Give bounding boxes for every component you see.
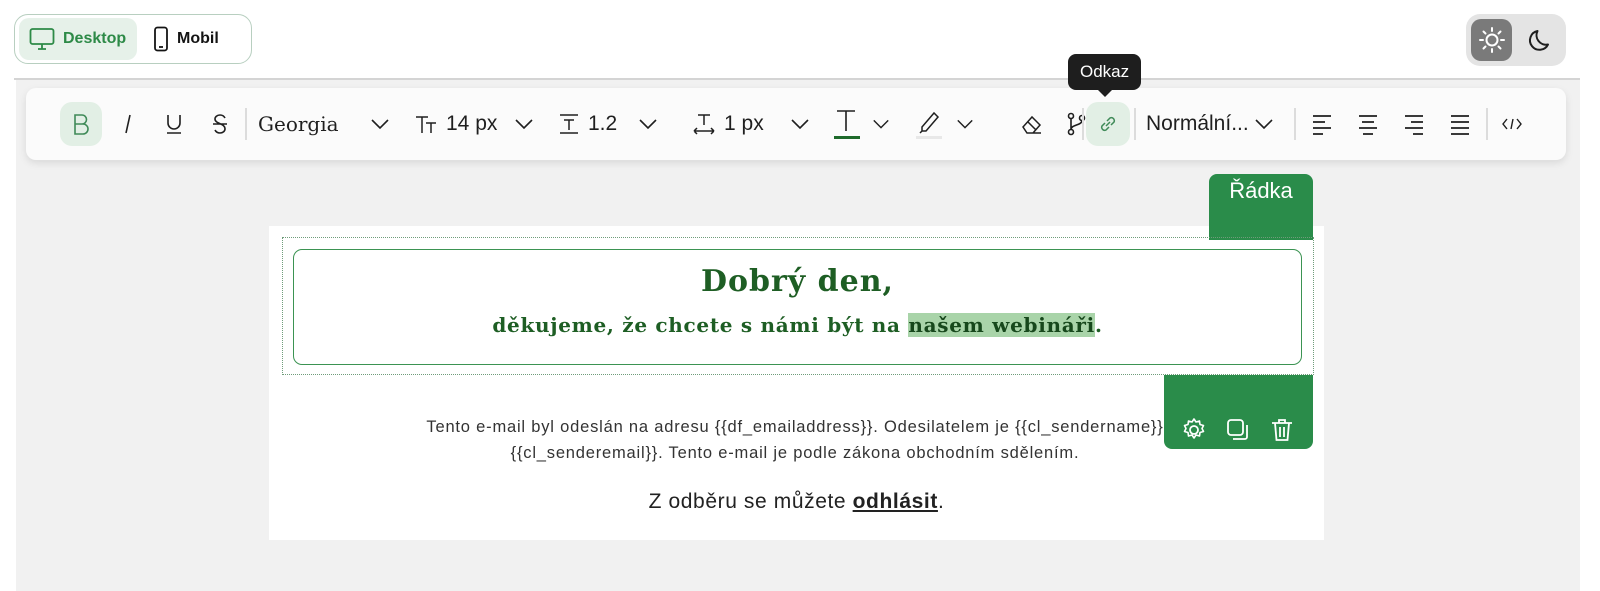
selected-text-block[interactable]: Dobrý den, děkujeme, že chcete s námi bý… (293, 249, 1302, 365)
unsubscribe-line: Z odběru se můžete odhlásit. (269, 490, 1324, 514)
bold-icon (74, 114, 89, 135)
desktop-label: Desktop (63, 30, 127, 47)
toolbar-separator (1486, 108, 1488, 140)
branch-icon (1067, 112, 1086, 136)
font-family-value: Georgia (258, 112, 339, 136)
paragraph-style-select[interactable]: Normální... (1144, 102, 1280, 146)
bold-button[interactable] (60, 102, 102, 146)
align-center-button[interactable] (1348, 102, 1388, 146)
align-left-icon (1313, 115, 1331, 135)
light-theme-button[interactable] (1471, 19, 1512, 61)
copy-icon (1227, 419, 1248, 440)
sun-icon (1478, 27, 1505, 53)
link-icon (1100, 116, 1116, 132)
toolbar-separator (1134, 108, 1136, 140)
mobile-label: Mobil (177, 30, 219, 47)
highlighted-text: našem webináři (908, 313, 1095, 337)
toolbar-separator (1082, 108, 1084, 140)
link-tooltip: Odkaz (1068, 54, 1142, 97)
highlight-color-button[interactable] (914, 102, 974, 146)
footer-line-2: {{cl_senderemail}}. Tento e-mail je podl… (510, 444, 1080, 462)
moon-icon (1528, 30, 1549, 51)
subheading-suffix: . (1094, 313, 1103, 337)
align-justify-button[interactable] (1440, 102, 1480, 146)
line-height-icon (560, 114, 578, 134)
italic-button[interactable] (108, 102, 148, 146)
text-color-button[interactable] (832, 102, 890, 146)
align-justify-icon (1451, 115, 1469, 135)
row-actions-panel (1164, 375, 1313, 449)
chevron-down-icon (791, 119, 809, 130)
chevron-down-icon (873, 119, 889, 129)
align-right-icon (1405, 115, 1423, 135)
footer-text-block: Tento e-mail byl odeslán na adresu {{df_… (300, 410, 1164, 470)
link-button[interactable] (1086, 102, 1130, 146)
paragraph-style-value: Normální... (1146, 112, 1249, 135)
code-icon (1502, 118, 1522, 130)
phone-icon (154, 26, 168, 52)
letter-spacing-select[interactable]: 1 px (688, 102, 814, 146)
chevron-down-icon (515, 119, 533, 130)
letter-spacing-value: 1 px (724, 112, 764, 135)
line-height-select[interactable]: 1.2 (554, 102, 662, 146)
gear-icon (1183, 418, 1205, 439)
duplicate-row-button[interactable] (1223, 415, 1253, 445)
trash-icon (1272, 419, 1292, 441)
toolbar-separator (245, 108, 247, 140)
delete-row-button[interactable] (1267, 415, 1297, 445)
chevron-down-icon (1255, 119, 1273, 130)
monitor-icon (29, 28, 55, 50)
align-center-icon (1359, 115, 1377, 135)
unsubscribe-suffix: . (937, 490, 945, 513)
theme-switcher (1466, 14, 1566, 66)
strikethrough-icon (213, 114, 227, 134)
highlighter-icon (916, 111, 942, 139)
text-color-icon (834, 110, 860, 139)
unsubscribe-link[interactable]: odhlásit (853, 490, 938, 513)
clear-format-button[interactable] (1012, 102, 1052, 146)
underline-icon (167, 115, 181, 134)
source-code-button[interactable] (1492, 102, 1532, 146)
align-left-button[interactable] (1302, 102, 1342, 146)
font-family-select[interactable]: Georgia (252, 102, 394, 146)
mobile-view-button[interactable]: Mobil (143, 18, 229, 60)
chevron-down-icon (639, 119, 657, 130)
letter-spacing-icon (693, 114, 715, 135)
eraser-icon (1022, 115, 1042, 134)
text-size-icon (416, 116, 436, 133)
desktop-view-button[interactable]: Desktop (19, 18, 137, 60)
italic-icon (125, 114, 131, 134)
font-size-value: 14 px (446, 112, 498, 135)
align-right-button[interactable] (1394, 102, 1434, 146)
chevron-down-icon (371, 119, 389, 130)
email-subheading: děkujeme, že chcete s námi být na našem … (294, 313, 1301, 337)
footer-line-1: Tento e-mail byl odeslán na adresu {{df_… (426, 418, 1164, 436)
underline-button[interactable] (154, 102, 194, 146)
chevron-down-icon (957, 119, 973, 129)
subheading-text: děkujeme, že chcete s námi být na (492, 313, 909, 337)
view-switcher: Desktop Mobil (14, 14, 252, 64)
line-height-value: 1.2 (588, 112, 618, 135)
dark-theme-button[interactable] (1520, 19, 1561, 61)
toolbar-separator (1294, 108, 1296, 140)
email-heading: Dobrý den, (700, 264, 894, 299)
unsubscribe-text: Z odběru se můžete (648, 490, 853, 513)
row-settings-button[interactable] (1179, 415, 1209, 445)
strikethrough-button[interactable] (200, 102, 240, 146)
font-size-select[interactable]: 14 px (410, 102, 538, 146)
formatting-toolbar: Georgia 14 px 1.2 1 px Normální... (26, 88, 1566, 160)
row-tab[interactable]: Řádka (1209, 174, 1313, 240)
